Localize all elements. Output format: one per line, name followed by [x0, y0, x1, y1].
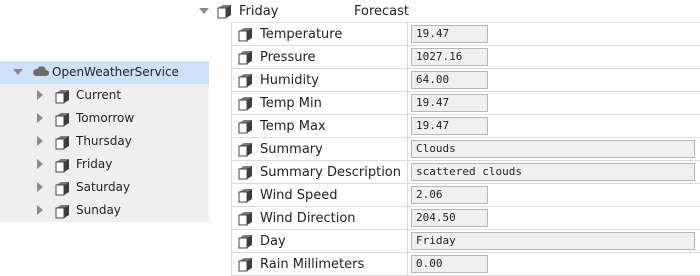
day-value[interactable]: Friday — [411, 232, 695, 250]
nav-item-label: Current — [76, 88, 122, 102]
summary-value[interactable]: Clouds — [411, 140, 695, 158]
nav-item-label: Sunday — [76, 203, 121, 217]
wind-direction-value[interactable]: 204.50 — [411, 209, 488, 227]
property-icon — [238, 258, 252, 272]
property-row-temp-min: Temp Min 19.47 — [232, 92, 700, 115]
column-divider — [407, 46, 408, 68]
property-icon — [238, 189, 252, 203]
property-icon — [238, 212, 252, 226]
property-name: Humidity — [260, 73, 319, 88]
expand-right-icon[interactable] — [37, 113, 43, 123]
property-row-day: Day Friday — [232, 230, 700, 253]
nav-item-friday[interactable]: Friday — [0, 153, 209, 176]
wind-speed-value[interactable]: 2.06 — [411, 186, 488, 204]
collapse-icon[interactable] — [199, 8, 209, 14]
nav-item-label: Tomorrow — [76, 111, 135, 125]
component-icon — [55, 90, 69, 104]
column-divider — [407, 161, 408, 183]
property-name: Wind Speed — [260, 188, 338, 203]
component-icon — [55, 159, 69, 173]
nav-item-current[interactable]: Current — [0, 84, 209, 107]
property-name: Summary — [260, 142, 323, 157]
component-icon — [55, 182, 69, 196]
property-sheet: Friday Forecast Temperature 19.47 Pressu… — [196, 0, 700, 276]
column-divider — [407, 207, 408, 229]
nav-item-openweatherservice[interactable]: OpenWeatherService — [0, 61, 209, 84]
property-icon — [238, 166, 252, 180]
column-divider — [407, 230, 408, 252]
expand-right-icon[interactable] — [37, 90, 43, 100]
column-divider — [407, 69, 408, 91]
component-icon — [217, 5, 231, 19]
component-icon — [55, 205, 69, 219]
expand-right-icon[interactable] — [37, 136, 43, 146]
pressure-value[interactable]: 1027.16 — [411, 48, 488, 66]
property-name: Summary Description — [260, 165, 401, 180]
property-row-summary-description: Summary Description scattered clouds — [232, 161, 700, 184]
sheet-header: Friday Forecast — [196, 0, 700, 22]
property-name: Rain Millimeters — [260, 257, 365, 272]
nav-item-label: Saturday — [76, 180, 131, 194]
nav-root-label: OpenWeatherService — [52, 65, 179, 79]
property-row-wind-speed: Wind Speed 2.06 — [232, 184, 700, 207]
property-icon — [238, 28, 252, 42]
temperature-value[interactable]: 19.47 — [411, 25, 488, 43]
rain-millimeters-value[interactable]: 0.00 — [411, 255, 488, 273]
humidity-value[interactable]: 64.00 — [411, 71, 488, 89]
nav-item-label: Thursday — [76, 134, 132, 148]
nav-item-tomorrow[interactable]: Tomorrow — [0, 107, 209, 130]
property-row-summary: Summary Clouds — [232, 138, 700, 161]
property-row-temp-max: Temp Max 19.47 — [232, 115, 700, 138]
property-name: Pressure — [260, 50, 316, 65]
column-divider — [407, 253, 408, 275]
property-row-temperature: Temperature 19.47 — [232, 22, 700, 46]
sheet-title: Friday — [239, 4, 279, 19]
nav-item-thursday[interactable]: Thursday — [0, 130, 209, 153]
property-icon — [238, 120, 252, 134]
property-icon — [238, 97, 252, 111]
expand-down-icon[interactable] — [13, 69, 23, 75]
property-name: Temp Max — [260, 119, 326, 134]
column-divider — [407, 115, 408, 137]
property-list: Temperature 19.47 Pressure 1027.16 Humid… — [231, 22, 700, 276]
nav-item-sunday[interactable]: Sunday — [0, 199, 209, 222]
nav-tree: OpenWeatherService Current Tomorrow Thur… — [0, 61, 209, 222]
property-icon — [238, 74, 252, 88]
component-icon — [55, 113, 69, 127]
property-row-wind-direction: Wind Direction 204.50 — [232, 207, 700, 230]
property-icon — [238, 51, 252, 65]
expand-right-icon[interactable] — [37, 205, 43, 215]
summary-description-value[interactable]: scattered clouds — [411, 163, 695, 181]
column-divider — [407, 138, 408, 160]
column-divider — [407, 23, 408, 45]
property-name: Temp Min — [260, 96, 322, 111]
sheet-description: Forecast — [354, 4, 410, 19]
expand-right-icon[interactable] — [37, 182, 43, 192]
property-row-humidity: Humidity 64.00 — [232, 69, 700, 92]
column-divider — [407, 92, 408, 114]
component-icon — [55, 136, 69, 150]
temp-max-value[interactable]: 19.47 — [411, 117, 488, 135]
expand-right-icon[interactable] — [37, 159, 43, 169]
cloud-icon — [33, 66, 49, 76]
property-name: Day — [260, 234, 286, 249]
property-name: Wind Direction — [260, 211, 356, 226]
property-row-pressure: Pressure 1027.16 — [232, 46, 700, 69]
nav-item-label: Friday — [76, 157, 113, 171]
column-divider — [407, 184, 408, 206]
temp-min-value[interactable]: 19.47 — [411, 94, 488, 112]
property-icon — [238, 143, 252, 157]
nav-item-saturday[interactable]: Saturday — [0, 176, 209, 199]
property-icon — [238, 235, 252, 249]
property-name: Temperature — [260, 27, 343, 42]
